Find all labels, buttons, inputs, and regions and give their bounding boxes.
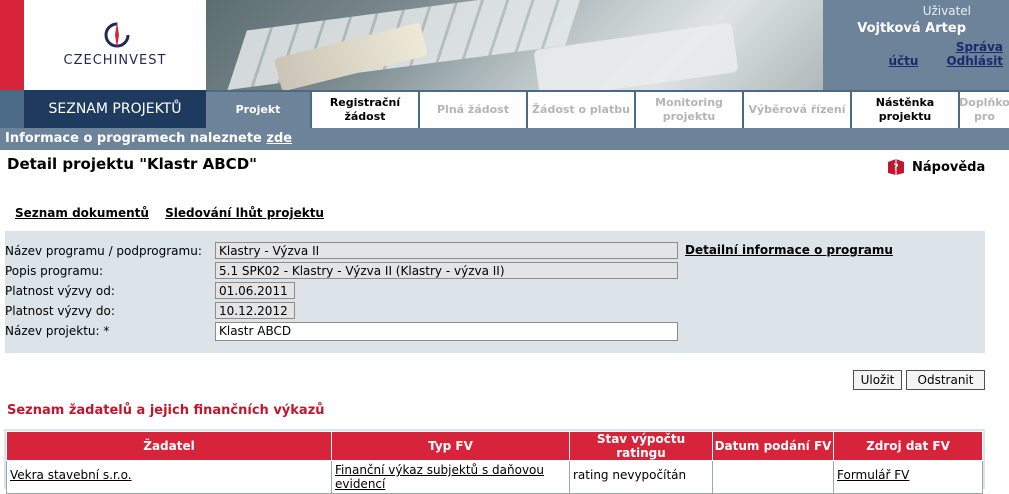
program-field: Klastry - Výzva II (215, 242, 678, 259)
valid-from-field: 01.06.2011 (215, 282, 295, 299)
tab-zadost-o-platbu[interactable]: Žádost o platbu (528, 92, 636, 128)
col-fv-source: Zdroj dat FV (833, 431, 983, 461)
project-form: Název programu / podprogramu: Klastry - … (5, 231, 985, 353)
valid-to-label: Platnost výzvy do: (5, 304, 115, 318)
czechinvest-logo-icon (104, 22, 130, 48)
program-detail-link[interactable]: Detailní informace o programu (685, 243, 893, 257)
tab-doplnkove[interactable]: Doplňko pro (960, 92, 1009, 128)
tab-plna-zadost[interactable]: Plná žádost (420, 92, 528, 128)
tab-monitoring[interactable]: Monitoring projektu (636, 92, 744, 128)
tab-registracni-zadost[interactable]: Registrační žádost (312, 92, 420, 128)
help-button[interactable]: ? Nápověda (886, 158, 985, 176)
project-sublinks: Seznam dokumentů Sledování lhůt projektu (15, 206, 336, 220)
page-title: Detail projektu "Klastr ABCD" (7, 155, 257, 173)
logo[interactable]: CZECHINVEST (24, 0, 206, 90)
help-label: Nápověda (912, 159, 986, 175)
info-bar: Informace o programech naleznete zde (0, 128, 1009, 150)
tab-vyberova-rizeni[interactable]: Výběrová řízení (744, 92, 852, 128)
tab-nastenka[interactable]: Nástěnka projektu (852, 92, 960, 128)
desc-label: Popis programu: (5, 264, 104, 278)
program-desc-field: 5.1 SPK02 - Klastry - Výzva II (Klastry … (215, 262, 678, 279)
project-name-label: Název projektu: * (5, 324, 110, 338)
rating-status: rating nevypočítán (569, 460, 713, 494)
fv-form-link[interactable]: Formulář FV (837, 468, 909, 482)
header: CZECHINVEST Uživatel Vojtková Artep Sprá… (0, 0, 1009, 90)
logout-link[interactable]: Odhlásit (946, 54, 1003, 68)
svg-text:?: ? (893, 163, 898, 173)
info-text: Informace o programech naleznete (5, 131, 267, 146)
logo-text: CZECHINVEST (63, 53, 167, 68)
applicant-link[interactable]: Vekra stavební s.r.o. (10, 468, 132, 482)
help-book-icon: ? (888, 159, 904, 175)
main-nav: SEZNAM PROJEKTŮ Projekt Registrační žádo… (0, 90, 1009, 128)
col-applicant: Žadatel (6, 431, 332, 461)
info-link[interactable]: zde (266, 131, 292, 146)
valid-from-label: Platnost výzvy od: (5, 284, 115, 298)
user-label: Uživatel (922, 4, 971, 18)
program-label: Název programu / podprogramu: (5, 244, 202, 258)
header-photo (206, 0, 823, 90)
valid-to-field: 10.12.2012 (215, 302, 295, 319)
col-rating-status: Stav výpočtu ratingu (569, 431, 713, 461)
applicants-table: Žadatel Typ FV Stav výpočtu ratingu Datu… (6, 431, 983, 494)
col-fv-type: Typ FV (331, 431, 570, 461)
fv-type-link[interactable]: Finanční výkaz subjektů s daňovou eviden… (335, 463, 544, 491)
save-button[interactable]: Uložit (853, 370, 902, 390)
col-fv-date: Datum podání FV (712, 431, 834, 461)
deadlines-link[interactable]: Sledování lhůt projektu (165, 206, 324, 220)
applicants-title: Seznam žadatelů a jejich finančních výka… (7, 403, 325, 418)
project-name-input[interactable]: Klastr ABCD (215, 322, 678, 341)
documents-link[interactable]: Seznam dokumentů (15, 206, 149, 220)
nav-project-list[interactable]: SEZNAM PROJEKTŮ (24, 90, 206, 128)
table-row: Vekra stavební s.r.o. Finanční výkaz sub… (6, 460, 983, 494)
brand-strip (0, 0, 24, 90)
tab-projekt[interactable]: Projekt (206, 92, 312, 128)
user-panel: Uživatel Vojtková Artep Správa účtu Odhlá… (823, 0, 1009, 90)
user-name: Vojtková Artep (857, 21, 966, 36)
fv-date (712, 460, 834, 494)
remove-button[interactable]: Odstranit (906, 370, 985, 390)
